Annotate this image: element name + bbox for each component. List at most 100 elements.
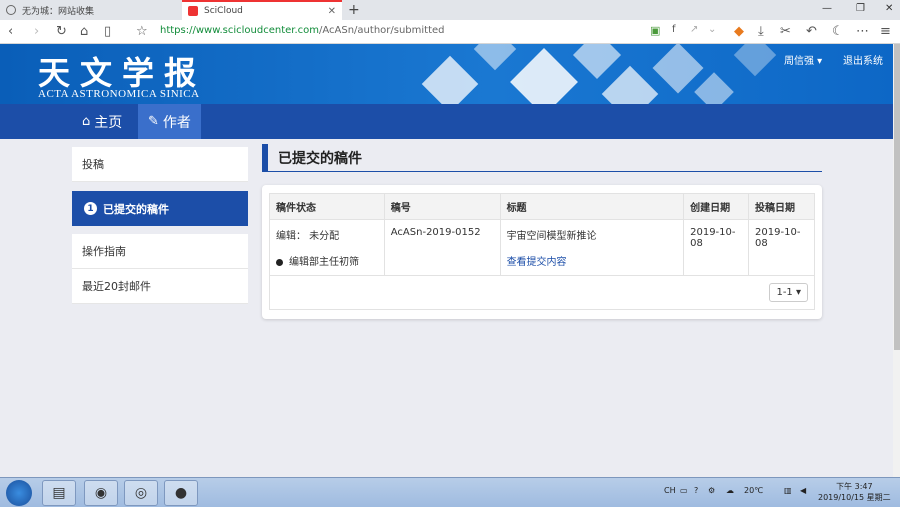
decor-tile <box>510 48 578 104</box>
col-title: 标题 <box>499 193 685 220</box>
stage-status: 编辑部主任初筛 <box>276 257 359 268</box>
minimize-button[interactable]: — <box>822 3 832 14</box>
nav-author[interactable]: ✎ 作者 <box>138 104 201 139</box>
site-banner: 天文学报 ACTA ASTRONOMICA SINICA 周信强 ▾ 退出系统 <box>0 44 893 104</box>
pager-row: 1-1 ▾ <box>269 275 815 310</box>
network-icon[interactable]: ▥ <box>784 486 792 495</box>
settings-icon[interactable]: ⚙ <box>708 486 715 495</box>
clock-date: 2019/10/15 星期二 <box>818 493 891 502</box>
decor-tile <box>473 44 517 71</box>
app-icon[interactable]: ● <box>164 480 198 506</box>
decor-tile <box>421 55 479 104</box>
sidebar-item-submitted[interactable]: 1 已提交的稿件 <box>72 191 248 226</box>
address-bar[interactable]: https://www.scicloudcenter.com/AcASn/aut… <box>160 25 445 36</box>
submitted-panel: 稿件状态 稿号 标题 创建日期 投稿日期 编辑： 未分配 编辑部主任初筛 AcA… <box>262 185 822 319</box>
tab-bookmarks[interactable]: 无为城：网站收集 <box>0 0 182 20</box>
tab-scicloud[interactable]: SciCloud ✕ <box>182 0 342 20</box>
browser-icon[interactable]: ◉ <box>84 480 118 506</box>
decor-tile <box>572 44 622 80</box>
col-number: 稿号 <box>383 193 501 220</box>
windows-taskbar: ▤ ◉ ◎ ● CH ▭ ? ⚙ ☁ 20℃ ▥ ◀ 下午 3:47 2019/… <box>0 477 900 507</box>
tab-label: SciCloud <box>204 6 243 16</box>
sidebar-item-submit[interactable]: 投稿 <box>72 147 248 182</box>
download-icon[interactable]: ⤓ <box>758 24 764 39</box>
menu-icon[interactable]: ≡ <box>880 24 891 39</box>
page-select[interactable]: 1-1 ▾ <box>769 283 808 302</box>
editor-status: 编辑： 未分配 <box>276 231 340 242</box>
scicloud-icon <box>188 6 198 16</box>
translate-icon[interactable]: f <box>672 24 676 35</box>
decor-tile <box>694 72 734 104</box>
view-submission-link[interactable]: 查看提交内容 <box>507 257 567 268</box>
pager-cell: 1-1 ▾ <box>269 275 815 310</box>
scissors-icon[interactable]: ✂ <box>780 24 791 39</box>
undo-icon[interactable]: ↶ <box>806 24 817 39</box>
submitted-date: 2019-10-08 <box>748 219 815 276</box>
status-cell: 编辑： 未分配 编辑部主任初筛 <box>269 219 385 276</box>
address-toolbar: ‹ › ↻ ⌂ ▯ ☆ https://www.scicloudcenter.c… <box>0 20 900 44</box>
clock-time: 下午 3:47 <box>836 482 873 491</box>
journal-logo-en: ACTA ASTRONOMICA SINICA <box>38 88 200 100</box>
app-icon[interactable]: ◎ <box>124 480 158 506</box>
close-window-button[interactable]: ✕ <box>885 3 893 14</box>
night-mode-icon[interactable]: ☾ <box>832 24 844 39</box>
scrollbar-thumb[interactable] <box>894 44 900 350</box>
home-icon[interactable]: ⌂ <box>80 24 88 39</box>
back-icon[interactable]: ‹ <box>8 24 13 39</box>
page-range: 1-1 <box>776 287 793 298</box>
submissions-table: 稿件状态 稿号 标题 创建日期 投稿日期 编辑： 未分配 编辑部主任初筛 AcA… <box>269 193 815 310</box>
table-header-row: 稿件状态 稿号 标题 创建日期 投稿日期 <box>269 193 815 220</box>
volume-icon[interactable]: ◀ <box>800 486 806 495</box>
globe-icon <box>6 5 16 15</box>
url-host: https://www.scicloudcenter.com <box>160 25 319 36</box>
reader-mode-icon[interactable]: ▣ <box>650 24 660 37</box>
user-menu[interactable]: 周信强 ▾ <box>784 52 822 67</box>
logout-link[interactable]: 退出系统 <box>843 52 883 67</box>
game-icon[interactable]: ◆ <box>734 24 744 39</box>
bookmark-star-icon[interactable]: ☆ <box>136 24 148 39</box>
input-language[interactable]: CH <box>664 486 676 495</box>
sidebar-item-guide[interactable]: 操作指南 <box>72 234 248 269</box>
status-dot-icon <box>276 258 283 266</box>
forward-icon[interactable]: › <box>34 24 39 39</box>
close-tab-icon[interactable]: ✕ <box>328 6 336 17</box>
help-icon[interactable]: ? <box>694 486 698 495</box>
table-row: 编辑： 未分配 编辑部主任初筛 AcASn-2019-0152 宇宙空间模型新推… <box>269 219 815 276</box>
reader-icon[interactable]: ▯ <box>104 24 111 39</box>
user-name: 周信强 <box>784 56 814 67</box>
manuscript-title: 宇宙空间模型新推论 <box>506 231 597 242</box>
col-created: 创建日期 <box>683 193 750 220</box>
browser-tab-strip: 无为城：网站收集 SciCloud ✕ + — ❐ ✕ <box>0 0 900 20</box>
sidebar-submit: 投稿 <box>72 147 248 182</box>
sidebar-menu-lower: 操作指南 最近20封邮件 <box>72 234 248 304</box>
weather-temp: 20℃ <box>744 486 764 495</box>
more-icon[interactable]: ⋯ <box>856 24 869 39</box>
home-icon: ⌂ <box>82 114 91 129</box>
clock[interactable]: 下午 3:47 2019/10/15 星期二 <box>818 481 891 503</box>
explorer-icon[interactable]: ▤ <box>42 480 76 506</box>
page-title: 已提交的稿件 <box>262 144 822 172</box>
manuscript-number: AcASn-2019-0152 <box>383 219 501 276</box>
url-path: /AcASn/author/submitted <box>319 25 445 36</box>
new-tab-button[interactable]: + <box>348 2 360 18</box>
decor-tile <box>652 44 704 94</box>
start-button[interactable] <box>6 480 32 506</box>
col-status: 稿件状态 <box>269 193 385 220</box>
created-date: 2019-10-08 <box>683 219 750 276</box>
pencil-icon: ✎ <box>148 114 159 129</box>
sidebar-item-label: 已提交的稿件 <box>103 202 169 216</box>
sidebar-item-recent-mail[interactable]: 最近20封邮件 <box>72 269 248 304</box>
maximize-button[interactable]: ❐ <box>856 3 865 14</box>
share-icon[interactable]: ↗ <box>690 24 698 35</box>
count-badge: 1 <box>84 202 97 215</box>
tab-label: 无为城：网站收集 <box>22 6 95 17</box>
refresh-icon[interactable]: ↻ <box>56 24 67 39</box>
col-submitted: 投稿日期 <box>748 193 815 220</box>
nav-home-label: 主页 <box>94 114 123 131</box>
nav-home[interactable]: ⌂ 主页 <box>72 104 132 139</box>
chevron-down-icon[interactable]: ⌄ <box>708 24 716 35</box>
decor-tile <box>601 65 659 104</box>
keyboard-icon[interactable]: ▭ <box>680 486 688 495</box>
title-cell: 宇宙空间模型新推论 查看提交内容 <box>499 219 685 276</box>
weather-icon: ☁ <box>726 486 734 495</box>
